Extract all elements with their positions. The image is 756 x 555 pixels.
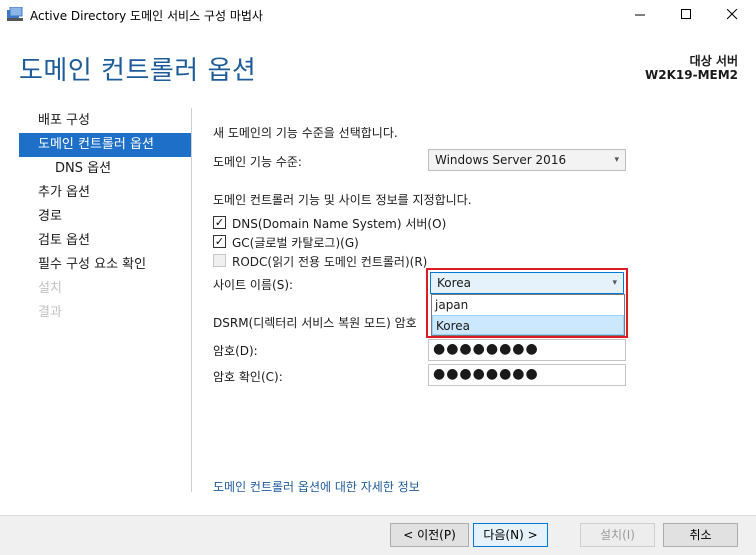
- section-capabilities-title: 도메인 컨트롤러 기능 및 사이트 정보를 지정합니다.: [213, 193, 472, 207]
- window-title: Active Directory 도메인 서비스 구성 마법사: [30, 9, 263, 23]
- title-bar: Active Directory 도메인 서비스 구성 마법사: [0, 0, 756, 29]
- page-title: 도메인 컨트롤러 옵션: [19, 56, 257, 86]
- cancel-button[interactable]: 취소: [663, 523, 738, 547]
- chevron-down-icon: ▾: [614, 155, 619, 165]
- section-functional-level-title: 새 도메인의 기능 수준을 선택합니다.: [213, 126, 398, 140]
- next-button[interactable]: 다음(N) >: [473, 523, 548, 547]
- nav-item-deployment[interactable]: 배포 구성: [19, 109, 191, 133]
- site-name-label: 사이트 이름(S):: [213, 278, 294, 292]
- highlight-frame: [426, 268, 628, 338]
- nav-item-additional-options[interactable]: 추가 옵션: [19, 181, 191, 205]
- global-catalog-checkbox[interactable]: ✓: [213, 235, 226, 248]
- target-server-label: 대상 서버: [689, 54, 738, 68]
- maximize-icon: [680, 9, 691, 19]
- global-catalog-label: GC(글로벌 카탈로그)(G): [232, 236, 359, 250]
- dns-server-label: DNS(Domain Name System) 서버(O): [232, 217, 447, 231]
- nav-item-review[interactable]: 검토 옵션: [19, 229, 191, 253]
- more-info-link[interactable]: 도메인 컨트롤러 옵션에 대한 자세한 정보: [213, 478, 420, 495]
- wizard-nav: 배포 구성 도메인 컨트롤러 옵션 DNS 옵션 추가 옵션 경로 검토 옵션 …: [19, 109, 191, 325]
- close-icon: [726, 9, 737, 20]
- domain-level-value: Windows Server 2016: [435, 153, 567, 167]
- rodc-label: RODC(읽기 전용 도메인 컨트롤러)(R): [232, 255, 428, 269]
- password-field[interactable]: ●●●●●●●●: [428, 339, 626, 361]
- rodc-checkbox: [213, 254, 226, 267]
- close-button[interactable]: [709, 0, 755, 29]
- minimize-icon: [634, 14, 645, 16]
- ad-wizard-icon: [7, 7, 23, 21]
- nav-divider: [191, 108, 192, 492]
- dns-server-checkbox[interactable]: ✓: [213, 216, 226, 229]
- nav-item-prereq-check[interactable]: 필수 구성 요소 확인: [19, 253, 191, 277]
- minimize-button[interactable]: [617, 0, 663, 29]
- wizard-header: 도메인 컨트롤러 옵션 대상 서버 W2K19-MEM2: [0, 29, 756, 101]
- password-label: 암호(D):: [213, 344, 258, 358]
- domain-level-select[interactable]: Windows Server 2016 ▾: [428, 149, 626, 171]
- maximize-button[interactable]: [663, 0, 709, 29]
- confirm-password-field[interactable]: ●●●●●●●●: [428, 364, 626, 386]
- nav-item-dc-options[interactable]: 도메인 컨트롤러 옵션: [19, 133, 191, 157]
- install-button: 설치(I): [580, 523, 655, 547]
- back-button[interactable]: < 이전(P): [390, 523, 469, 547]
- nav-item-dns-options[interactable]: DNS 옵션: [19, 157, 191, 181]
- nav-item-paths[interactable]: 경로: [19, 205, 191, 229]
- dsrm-label: DSRM(디렉터리 서비스 복원 모드) 암호: [213, 316, 417, 330]
- target-server-name: W2K19-MEM2: [645, 68, 738, 82]
- nav-item-results: 결과: [38, 305, 62, 320]
- domain-level-label: 도메인 기능 수준:: [213, 155, 302, 169]
- confirm-password-label: 암호 확인(C):: [213, 370, 283, 384]
- nav-item-install: 설치: [38, 281, 62, 296]
